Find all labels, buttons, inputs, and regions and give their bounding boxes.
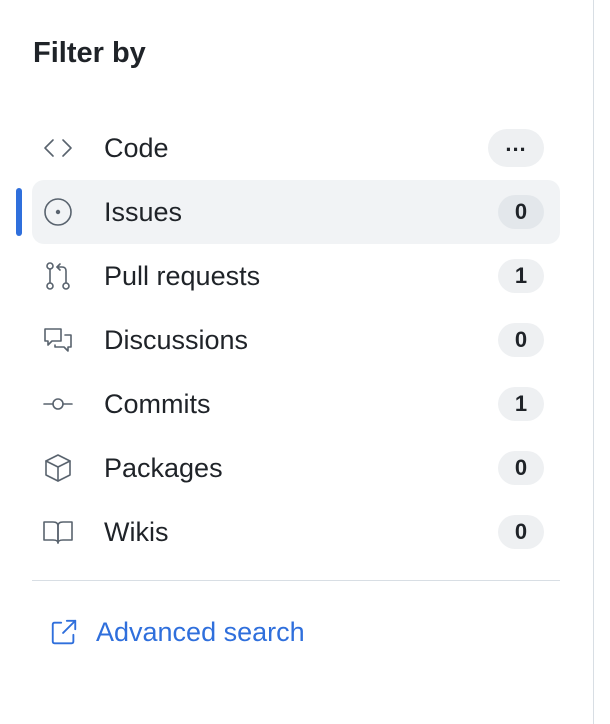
divider: [32, 580, 560, 581]
filter-item-label: Packages: [104, 453, 223, 483]
count-badge: 1: [498, 387, 544, 421]
issue-circle-icon: [42, 196, 74, 228]
code-icon: [42, 132, 74, 164]
filter-item-packages[interactable]: Packages 0: [32, 436, 560, 500]
filter-item-wikis[interactable]: Wikis 0: [32, 500, 560, 564]
filter-sidebar: Filter by Code ... Issues 0 Pull request…: [0, 0, 594, 724]
book-icon: [42, 516, 74, 548]
filter-item-code[interactable]: Code ...: [32, 116, 560, 180]
filter-item-issues[interactable]: Issues 0: [16, 180, 560, 244]
filter-item-label: Wikis: [104, 517, 169, 547]
filter-item-label: Discussions: [104, 325, 249, 355]
advanced-search-link[interactable]: Advanced search: [48, 610, 305, 654]
filter-item-label: Pull requests: [104, 261, 261, 291]
discussion-icon: [42, 324, 74, 356]
filter-title: Filter by: [33, 37, 146, 69]
filter-nav: Code ... Issues 0 Pull requests 1 Discus…: [16, 116, 560, 564]
package-icon: [42, 452, 74, 484]
pull-request-icon: [42, 260, 74, 292]
count-badge: ...: [488, 129, 544, 167]
filter-item-label: Issues: [104, 197, 183, 227]
count-badge: 0: [498, 323, 544, 357]
count-badge: 1: [498, 259, 544, 293]
filter-item-label: Code: [104, 133, 169, 163]
count-badge: 0: [498, 451, 544, 485]
count-badge: 0: [498, 515, 544, 549]
count-badge: 0: [498, 195, 544, 229]
filter-item-label: Commits: [104, 389, 211, 419]
filter-item-discussions[interactable]: Discussions 0: [32, 308, 560, 372]
external-link-icon: [48, 616, 80, 648]
filter-item-pull-requests[interactable]: Pull requests 1: [32, 244, 560, 308]
commit-icon: [42, 388, 74, 420]
filter-item-commits[interactable]: Commits 1: [32, 372, 560, 436]
advanced-search-label: Advanced search: [96, 616, 305, 647]
